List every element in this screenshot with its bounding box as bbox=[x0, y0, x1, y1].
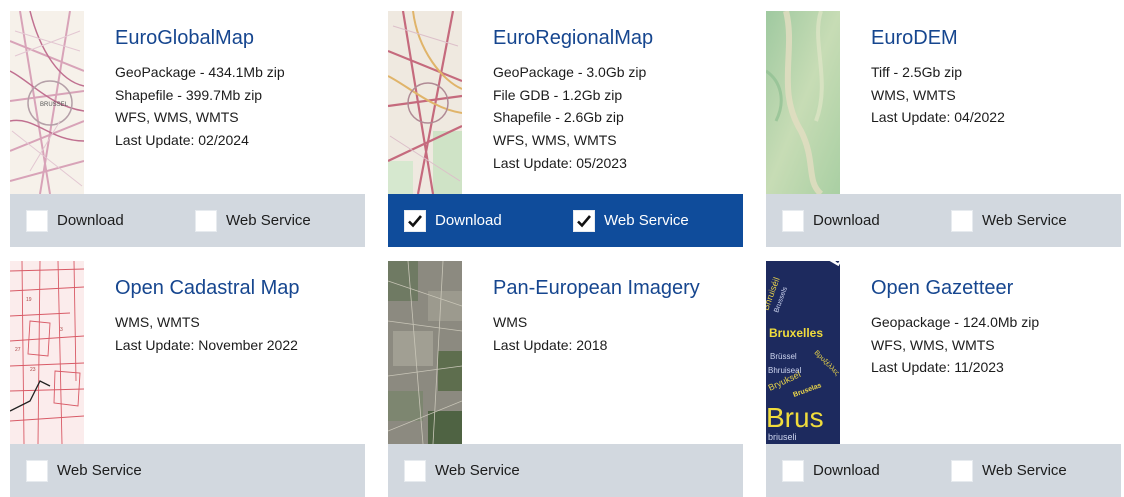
checkbox-label: Download bbox=[813, 462, 880, 479]
options-bar: Download Web Service bbox=[766, 194, 1121, 247]
svg-text:27: 27 bbox=[15, 347, 21, 353]
web-service-checkbox[interactable]: Web Service bbox=[404, 458, 520, 483]
card-detail: WFS, WMS, WMTS bbox=[493, 132, 617, 149]
card-title: EuroRegionalMap bbox=[493, 27, 654, 49]
card-detail: GeoPackage - 434.1Mb zip bbox=[115, 64, 285, 80]
download-checkbox[interactable]: Download bbox=[782, 458, 880, 483]
check-icon bbox=[408, 214, 422, 227]
web-service-checkbox[interactable]: Web Service bbox=[195, 208, 311, 233]
options-bar: Web Service bbox=[388, 444, 743, 497]
card-detail: Last Update: 04/2022 bbox=[871, 109, 1005, 126]
card-detail: WMS bbox=[493, 314, 528, 330]
card-info: EuroGlobalMap GeoPackage - 434.1Mb zip S… bbox=[115, 25, 365, 152]
checkbox-label: Web Service bbox=[604, 212, 689, 229]
download-checkbox[interactable]: Download bbox=[26, 208, 124, 233]
checkbox-box[interactable] bbox=[26, 209, 48, 232]
card-title: Open Gazetteer bbox=[871, 277, 1014, 299]
dataset-grid: BRUSSEL EuroGlobalMap GeoPackage - 434.1… bbox=[0, 0, 1124, 497]
check-icon bbox=[577, 214, 591, 227]
web-service-checkbox[interactable]: Web Service bbox=[951, 458, 1067, 483]
card-info: EuroDEM Tiff - 2.5Gb zip WMS, WMTS Last … bbox=[871, 25, 1121, 129]
gazetteer-word: Brüssel bbox=[770, 352, 797, 361]
euroglobalmap-thumbnail: BRUSSEL bbox=[10, 11, 84, 194]
map-label: BRUSSEL bbox=[40, 102, 69, 108]
download-checkbox[interactable]: Download bbox=[782, 208, 880, 233]
checkbox-label: Web Service bbox=[57, 462, 142, 479]
gazetteer-word: Bruxelles bbox=[769, 326, 823, 340]
checkbox-box[interactable] bbox=[404, 459, 426, 482]
svg-text:19: 19 bbox=[26, 297, 32, 303]
card-title: Open Cadastral Map bbox=[115, 277, 300, 299]
checkbox-box[interactable] bbox=[573, 209, 595, 232]
card-title: EuroDEM bbox=[871, 27, 958, 49]
card-title: Pan-European Imagery bbox=[493, 277, 700, 299]
card-detail: WMS, WMTS bbox=[871, 86, 956, 103]
dataset-card-pan-european-imagery: Pan-European Imagery WMS Last Update: 20… bbox=[388, 261, 743, 497]
eurodem-thumbnail bbox=[766, 11, 840, 194]
options-bar: Web Service bbox=[10, 444, 365, 497]
checkbox-box[interactable] bbox=[195, 209, 217, 232]
card-detail: Last Update: 02/2024 bbox=[115, 132, 249, 149]
web-service-checkbox[interactable]: Web Service bbox=[573, 208, 689, 233]
checkbox-label: Web Service bbox=[982, 462, 1067, 479]
checkbox-label: Web Service bbox=[982, 212, 1067, 229]
dataset-card-open-cadastral-map: 19 3 23 27 Open Cadastral Map WMS, WMTS Las… bbox=[10, 261, 365, 497]
web-service-checkbox[interactable]: Web Service bbox=[26, 458, 142, 483]
checkbox-label: Download bbox=[435, 212, 502, 229]
checkbox-box[interactable] bbox=[951, 459, 973, 482]
checkbox-label: Download bbox=[813, 212, 880, 229]
card-detail: WFS, WMS, WMTS bbox=[115, 109, 239, 126]
checkbox-box[interactable] bbox=[951, 209, 973, 232]
dataset-card-euroglobalmap: BRUSSEL EuroGlobalMap GeoPackage - 434.1… bbox=[10, 11, 365, 247]
card-detail: File GDB - 1.2Gb zip bbox=[493, 86, 623, 103]
card-detail: Last Update: 2018 bbox=[493, 336, 608, 353]
dataset-card-eurodem: EuroDEM Tiff - 2.5Gb zip WMS, WMTS Last … bbox=[766, 11, 1121, 247]
card-info: Open Cadastral Map WMS, WMTS Last Update… bbox=[115, 275, 365, 356]
checkbox-box[interactable] bbox=[26, 459, 48, 482]
download-checkbox[interactable]: Download bbox=[404, 208, 502, 233]
dataset-card-euroregionalmap: EuroRegionalMap GeoPackage - 3.0Gb zip F… bbox=[388, 11, 743, 247]
card-detail: Last Update: 05/2023 bbox=[493, 154, 627, 171]
card-detail: Last Update: 11/2023 bbox=[871, 359, 1004, 376]
card-info: Open Gazetteer Geopackage - 124.0Mb zip … bbox=[871, 275, 1121, 379]
card-detail: WFS, WMS, WMTS bbox=[871, 336, 995, 353]
card-title: EuroGlobalMap bbox=[115, 27, 254, 49]
card-detail: Tiff - 2.5Gb zip bbox=[871, 64, 963, 80]
options-bar: Download Web Service bbox=[388, 194, 743, 247]
card-detail: Shapefile - 2.6Gb zip bbox=[493, 109, 624, 126]
checkbox-box[interactable] bbox=[782, 459, 804, 482]
options-bar: Download Web Service bbox=[766, 444, 1121, 497]
checkbox-box[interactable] bbox=[782, 209, 804, 232]
gazetteer-word: Brus bbox=[766, 402, 824, 433]
checkbox-label: Web Service bbox=[226, 212, 311, 229]
card-detail: WMS, WMTS bbox=[115, 314, 200, 330]
imagery-thumbnail bbox=[388, 261, 462, 444]
card-info: EuroRegionalMap GeoPackage - 3.0Gb zip F… bbox=[493, 25, 743, 175]
card-detail: GeoPackage - 3.0Gb zip bbox=[493, 64, 647, 80]
euroregionalmap-thumbnail bbox=[388, 11, 462, 194]
checkbox-label: Web Service bbox=[435, 462, 520, 479]
card-detail: Last Update: November 2022 bbox=[115, 336, 298, 353]
options-bar: Download Web Service bbox=[10, 194, 365, 247]
svg-text:3: 3 bbox=[60, 327, 63, 333]
gazetteer-word: briuseli bbox=[768, 432, 797, 442]
card-detail: Shapefile - 399.7Mb zip bbox=[115, 86, 263, 103]
checkbox-box[interactable] bbox=[404, 209, 426, 232]
card-detail: Geopackage - 124.0Mb zip bbox=[871, 314, 1040, 330]
dataset-card-open-gazetteer: Брисел Bhruiséil Brussels Bruxelles Brüs… bbox=[766, 261, 1121, 497]
svg-text:23: 23 bbox=[30, 367, 36, 373]
web-service-checkbox[interactable]: Web Service bbox=[951, 208, 1067, 233]
cadastral-thumbnail: 19 3 23 27 bbox=[10, 261, 84, 444]
checkbox-label: Download bbox=[57, 212, 124, 229]
gazetteer-thumbnail: Брисел Bhruiséil Brussels Bruxelles Brüs… bbox=[766, 261, 840, 444]
card-info: Pan-European Imagery WMS Last Update: 20… bbox=[493, 275, 743, 356]
